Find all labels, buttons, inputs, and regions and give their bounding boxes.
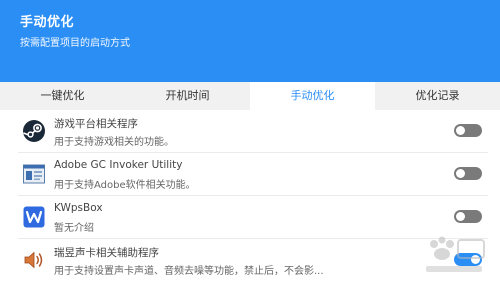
startup-toggle[interactable] [454, 124, 482, 137]
startup-toggle[interactable] [454, 210, 482, 223]
baidu-jingyan-watermark [426, 236, 485, 272]
tab-boot-time[interactable]: 开机时间 [125, 82, 250, 110]
toggle-knob [456, 169, 465, 178]
list-item: Adobe GC Invoker Utility 用于支持Adobe软件相关功能… [18, 153, 488, 196]
page-title: 手动优化 [20, 15, 75, 30]
tab-optimize-history[interactable]: 优化记录 [375, 82, 500, 110]
optimizer-window: 手动优化 按需配置项目的启动方式 一键优化 开机时间 手动优化 优化记录 游戏平… [0, 0, 500, 288]
adobe-gc-icon [22, 162, 46, 186]
steam-icon [22, 119, 46, 143]
tab-one-click-optimize[interactable]: 一键优化 [0, 82, 125, 110]
item-description: 用于支持Adobe软件相关功能。 [54, 180, 196, 191]
list-item: 瑞昱声卡相关辅助程序 用于支持设置声卡声道、音频去噪等功能，禁止后，不会影... [18, 239, 488, 281]
startup-toggle[interactable] [454, 167, 482, 180]
list-item: KWpsBox 暂无介绍 [18, 196, 488, 239]
header: 手动优化 按需配置项目的启动方式 [0, 0, 500, 82]
toggle-knob [456, 212, 465, 221]
tab-manual-optimize[interactable]: 手动优化 [250, 82, 375, 110]
item-description: 用于支持设置声卡声道、音频去噪等功能，禁止后，不会影... [54, 266, 324, 277]
item-name: Adobe GC Invoker Utility [54, 159, 183, 171]
tab-bar: 一键优化 开机时间 手动优化 优化记录 [0, 82, 500, 110]
list-item: 游戏平台相关程序 用于支持游戏相关的功能。 [18, 110, 488, 153]
item-name: 游戏平台相关程序 [54, 118, 138, 130]
toggle-knob [456, 126, 465, 135]
item-description: 用于支持游戏相关的功能。 [54, 137, 174, 148]
wps-icon [22, 205, 46, 229]
speaker-icon [22, 248, 46, 272]
item-name: 瑞昱声卡相关辅助程序 [54, 247, 159, 259]
item-name: KWpsBox [54, 202, 103, 214]
page-subtitle: 按需配置项目的启动方式 [20, 38, 130, 49]
item-description: 暂无介绍 [54, 223, 94, 234]
